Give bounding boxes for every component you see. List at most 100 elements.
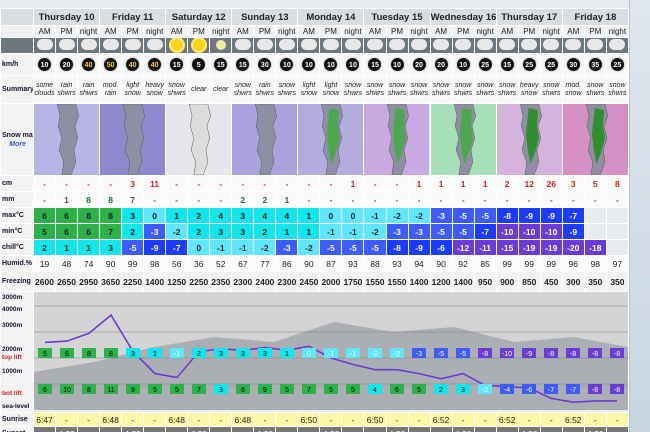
day-header[interactable]: Thursday 17 <box>495 8 563 26</box>
weather-icon-cell <box>143 37 167 54</box>
top-lift-temp-text: 3 <box>241 351 245 358</box>
top-lift-temp: -8 <box>566 348 580 358</box>
snowmap-day-cell[interactable] <box>297 103 365 176</box>
levels-row: 3000m 4000m 3000m 2000m top lift 1000m bot lif… <box>0 291 629 413</box>
summary-cell: snow shwrs <box>451 75 475 104</box>
freezing-cell: 350 <box>605 271 630 292</box>
chill-cell: -12 <box>451 239 475 256</box>
max-cell: -9 <box>517 207 541 224</box>
wind-cell: 25 <box>605 53 630 76</box>
top-lift-temp-text: 3 <box>131 351 135 358</box>
altitude-labels: 3000m 4000m 3000m 2000m top lift 1000m bot lif… <box>0 291 34 413</box>
chill-cell: -2 <box>253 239 277 256</box>
tod-row: AM PM night AM PM night AM PM night AM PM night AM PM… <box>0 25 630 38</box>
wind-arrow-icon: 25 <box>477 57 493 72</box>
humid-label-text: Humid.% <box>2 260 32 267</box>
day-header[interactable]: Sunday 13 <box>231 8 299 26</box>
wind-arrow-icon: 10 <box>323 57 339 72</box>
tod-cell: AM <box>297 25 321 38</box>
summary-cell: heavy snow <box>143 75 167 104</box>
sunrise-cell: - <box>583 412 607 427</box>
corner-cell-3 <box>0 37 34 54</box>
chill-cell: -2 <box>297 239 321 256</box>
snowmap-day-cell[interactable] <box>231 103 299 176</box>
sun-cloud-icon <box>36 39 53 50</box>
wind-arrow-icon: 35 <box>587 57 603 72</box>
freezing-cell: 950 <box>473 271 497 292</box>
snowmap-day-cell[interactable] <box>363 103 431 176</box>
sunset-cell: 4:29 <box>187 426 211 432</box>
freezing-cell: 3650 <box>99 271 123 292</box>
min-cell: 6 <box>55 223 79 240</box>
snowmap-day-cell[interactable] <box>495 103 563 176</box>
snowmap-more-link[interactable]: More <box>2 140 33 149</box>
cloud-snow-icon <box>565 39 582 50</box>
snowmap-day-cell[interactable] <box>429 103 497 176</box>
humid-cell: 99 <box>539 255 563 272</box>
max-cell <box>583 207 607 224</box>
cloud-snow-icon <box>411 39 428 50</box>
right-panel-edge <box>629 0 650 432</box>
rain-cell: - <box>451 191 475 208</box>
humid-cell: 85 <box>473 255 497 272</box>
wind-arrow-icon: 40 <box>147 57 163 72</box>
chill-cell: -9 <box>407 239 431 256</box>
day-header[interactable]: Thursday 10 <box>32 8 101 26</box>
top-lift-temp: -1 <box>324 348 338 358</box>
rain-label-text: mm <box>2 196 15 203</box>
snow-cell: 5 <box>583 175 607 192</box>
bot-lift-temp: 6 <box>390 384 404 394</box>
weather-icon-cell <box>429 37 453 54</box>
summary-cell: snow shwrs <box>407 75 431 104</box>
weather-icon-cell <box>77 37 101 54</box>
weather-icon-cell <box>275 37 299 54</box>
sunrise-cell: - <box>209 412 233 427</box>
wind-cell: 10 <box>451 53 475 76</box>
day-header[interactable]: Tuesday 15 <box>363 8 431 26</box>
chill-cell: -20 <box>561 239 585 256</box>
bot-lift-temp-text: 5 <box>329 387 333 394</box>
bot-lift-temp-text: 5 <box>175 387 179 394</box>
summary-cell: light snow <box>319 75 343 104</box>
humid-cell: 77 <box>253 255 277 272</box>
weather-icon-cell <box>517 37 541 54</box>
cloud-night-icon <box>344 39 361 50</box>
wind-cell: 15 <box>231 53 255 76</box>
snowmap-image <box>563 104 628 175</box>
cloud-snow-icon <box>587 39 604 50</box>
min-cell <box>583 223 607 240</box>
top-lift-temp-text: 2 <box>197 351 201 358</box>
snowmap-day-cell[interactable] <box>165 103 233 176</box>
day-header[interactable]: Friday 18 <box>561 8 630 26</box>
top-lift-temp-text: 8 <box>109 351 113 358</box>
chill-cell: -5 <box>121 239 145 256</box>
weather-icon-cell <box>385 37 409 54</box>
snowmap-day-cell[interactable] <box>32 103 101 176</box>
snowmap-day-cell[interactable] <box>99 103 167 176</box>
wind-cell: 20 <box>429 53 453 76</box>
day-header[interactable]: Saturday 12 <box>165 8 233 26</box>
chill-cell: -18 <box>583 239 607 256</box>
bot-lift-temp: 5 <box>280 384 294 394</box>
rain-cell: - <box>385 191 409 208</box>
top-lift-temp-text: -8 <box>614 351 620 358</box>
day-header[interactable]: Wednesday 16 <box>429 8 497 26</box>
humid-cell: 56 <box>165 255 189 272</box>
snowmap-day-cell[interactable] <box>561 103 630 176</box>
min-cell: -7 <box>473 223 497 240</box>
day-header[interactable]: Friday 11 <box>99 8 167 26</box>
chill-cell: 3 <box>99 239 123 256</box>
moon-icon <box>215 39 226 50</box>
wind-cell: 25 <box>539 53 563 76</box>
bot-lift-temp: 6 <box>236 384 250 394</box>
weather-icon-cell <box>363 37 387 54</box>
wind-arrow-icon: 15 <box>367 57 383 72</box>
sunset-cell: - <box>363 426 387 432</box>
forecast-page: Thursday 10 Friday 11 Saturday 12 Sunday 13… <box>0 0 650 432</box>
sunrise-cell: 6:48 <box>99 412 123 427</box>
day-header[interactable]: Monday 14 <box>297 8 365 26</box>
top-lift-temp-text: -1 <box>350 351 356 358</box>
cloud-snow-icon <box>146 39 163 50</box>
humid-cell: 98 <box>583 255 607 272</box>
weather-icon-cell <box>319 37 343 54</box>
